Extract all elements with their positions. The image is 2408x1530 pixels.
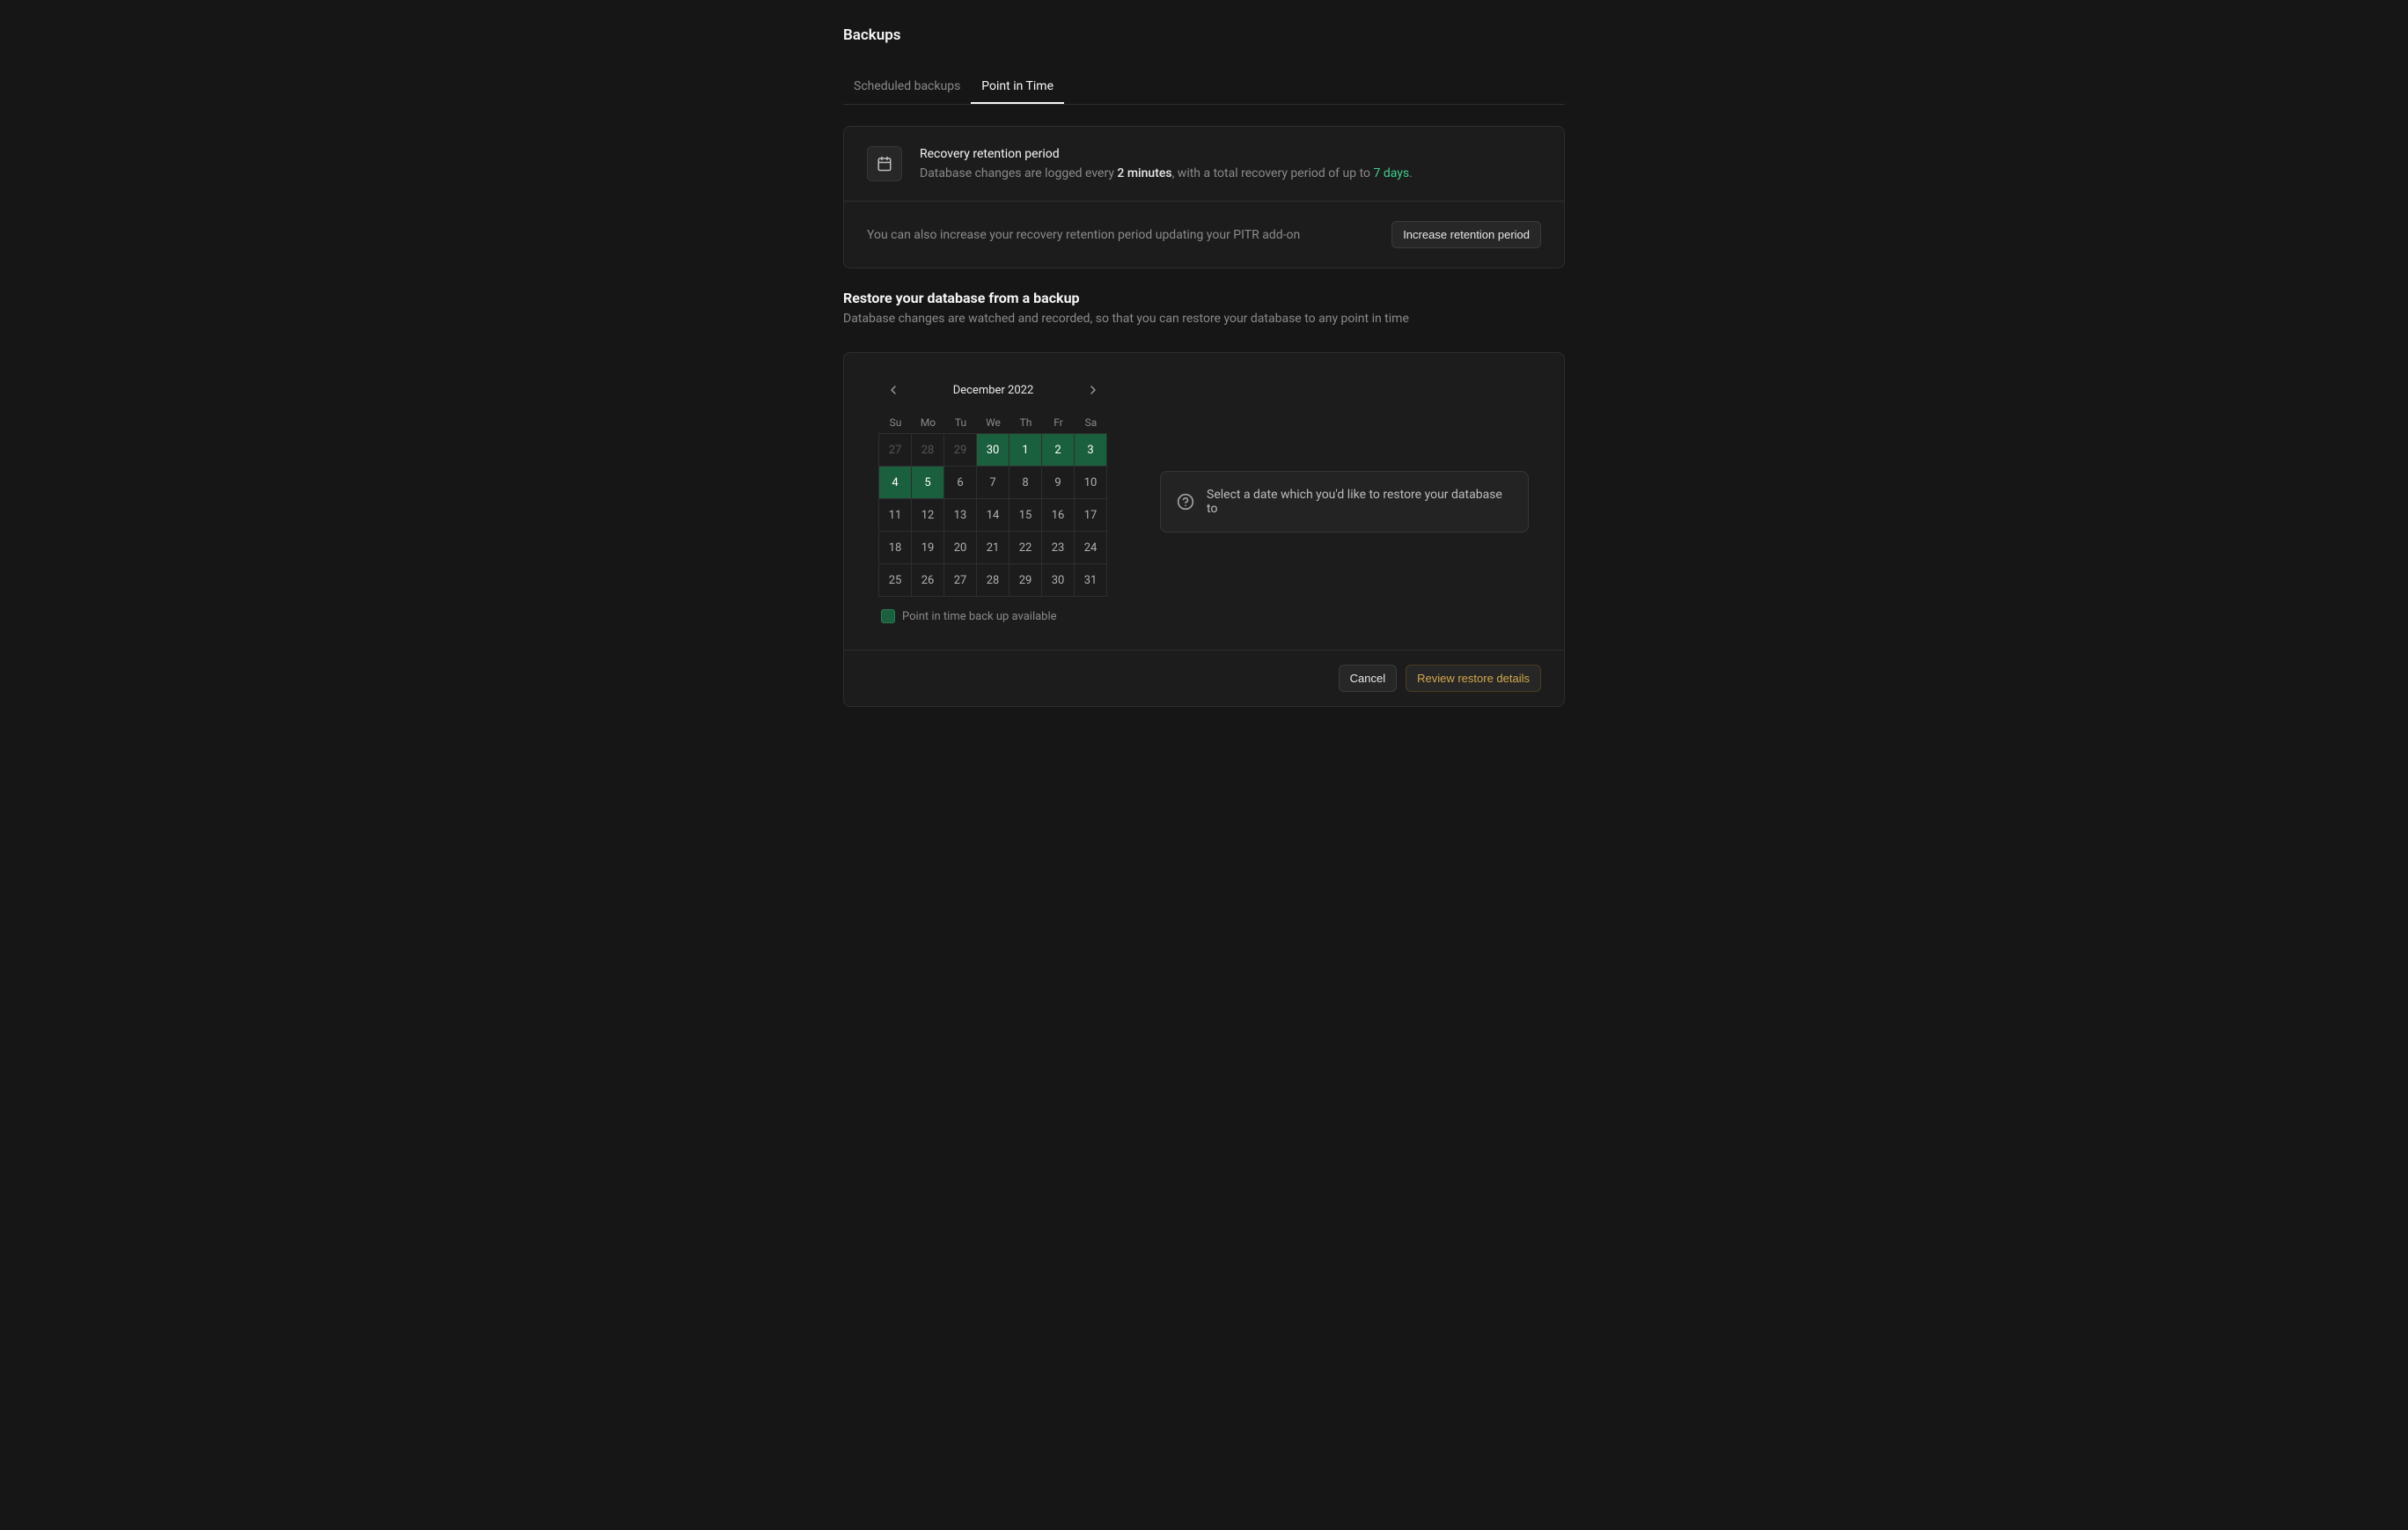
calendar-day[interactable]: 25: [878, 563, 912, 597]
calendar-day[interactable]: 26: [911, 563, 944, 597]
calendar-dayname: Fr: [1042, 411, 1075, 434]
calendar-day[interactable]: 6: [943, 466, 977, 499]
calendar-day[interactable]: 16: [1041, 498, 1075, 532]
calendar-day[interactable]: 22: [1009, 531, 1042, 564]
tab-point-in-time[interactable]: Point in Time: [971, 70, 1064, 104]
retention-title: Recovery retention period: [920, 147, 1413, 161]
calendar-day[interactable]: 29: [1009, 563, 1042, 597]
restore-heading: Restore your database from a backup: [843, 290, 1565, 306]
calendar-next-button[interactable]: [1083, 379, 1104, 401]
calendar-grid: 2728293012345678910111213141516171819202…: [879, 434, 1107, 597]
calendar-icon: [867, 146, 902, 181]
chevron-right-icon: [1086, 383, 1100, 397]
calendar-day[interactable]: 5: [911, 466, 944, 499]
calendar-day[interactable]: 4: [878, 466, 912, 499]
calendar-day[interactable]: 15: [1009, 498, 1042, 532]
calendar-day[interactable]: 3: [1074, 433, 1107, 467]
calendar-day[interactable]: 12: [911, 498, 944, 532]
calendar-day[interactable]: 18: [878, 531, 912, 564]
review-restore-button[interactable]: Review restore details: [1406, 665, 1541, 692]
cancel-button[interactable]: Cancel: [1339, 665, 1397, 692]
tabs: Scheduled backups Point in Time: [843, 70, 1565, 105]
calendar-day[interactable]: 8: [1009, 466, 1042, 499]
help-circle-icon: [1177, 493, 1194, 511]
calendar: December 2022 SuMoTuWeThFrSa 27282930123…: [879, 379, 1107, 623]
calendar-day[interactable]: 30: [976, 433, 1009, 467]
calendar-day[interactable]: 9: [1041, 466, 1075, 499]
calendar-dayname: Th: [1009, 411, 1042, 434]
chevron-left-icon: [886, 383, 900, 397]
calendar-daynames-row: SuMoTuWeThFrSa: [879, 411, 1107, 434]
calendar-day[interactable]: 19: [911, 531, 944, 564]
calendar-day[interactable]: 7: [976, 466, 1009, 499]
calendar-day[interactable]: 27: [943, 563, 977, 597]
legend-text: Point in time back up available: [902, 610, 1057, 623]
calendar-day[interactable]: 30: [1041, 563, 1075, 597]
calendar-day[interactable]: 20: [943, 531, 977, 564]
calendar-day[interactable]: 31: [1074, 563, 1107, 597]
page-title: Backups: [843, 26, 1565, 44]
calendar-day[interactable]: 21: [976, 531, 1009, 564]
retention-card: Recovery retention period Database chang…: [843, 126, 1565, 268]
calendar-prev-button[interactable]: [883, 379, 904, 401]
legend-swatch: [881, 609, 895, 623]
calendar-day[interactable]: 14: [976, 498, 1009, 532]
calendar-day: 27: [878, 433, 912, 467]
calendar-dayname: Tu: [944, 411, 977, 434]
tab-scheduled-backups[interactable]: Scheduled backups: [843, 70, 971, 104]
calendar-day[interactable]: 11: [878, 498, 912, 532]
retention-description: Database changes are logged every 2 minu…: [920, 166, 1413, 180]
calendar-dayname: We: [977, 411, 1009, 434]
calendar-month-label: December 2022: [953, 384, 1034, 397]
addon-text: You can also increase your recovery rete…: [867, 228, 1374, 242]
calendar-day[interactable]: 23: [1041, 531, 1075, 564]
info-box: Select a date which you'd like to restor…: [1160, 471, 1529, 533]
calendar-day[interactable]: 17: [1074, 498, 1107, 532]
calendar-day[interactable]: 28: [976, 563, 1009, 597]
calendar-day[interactable]: 2: [1041, 433, 1075, 467]
restore-card: December 2022 SuMoTuWeThFrSa 27282930123…: [843, 352, 1565, 707]
calendar-day: 29: [943, 433, 977, 467]
calendar-dayname: Su: [879, 411, 912, 434]
info-text: Select a date which you'd like to restor…: [1207, 488, 1512, 516]
calendar-day[interactable]: 24: [1074, 531, 1107, 564]
increase-retention-button[interactable]: Increase retention period: [1391, 221, 1541, 248]
calendar-day[interactable]: 13: [943, 498, 977, 532]
calendar-day: 28: [911, 433, 944, 467]
calendar-dayname: Mo: [912, 411, 944, 434]
calendar-day[interactable]: 1: [1009, 433, 1042, 467]
restore-subheading: Database changes are watched and recorde…: [843, 312, 1565, 326]
calendar-dayname: Sa: [1075, 411, 1107, 434]
calendar-day[interactable]: 10: [1074, 466, 1107, 499]
